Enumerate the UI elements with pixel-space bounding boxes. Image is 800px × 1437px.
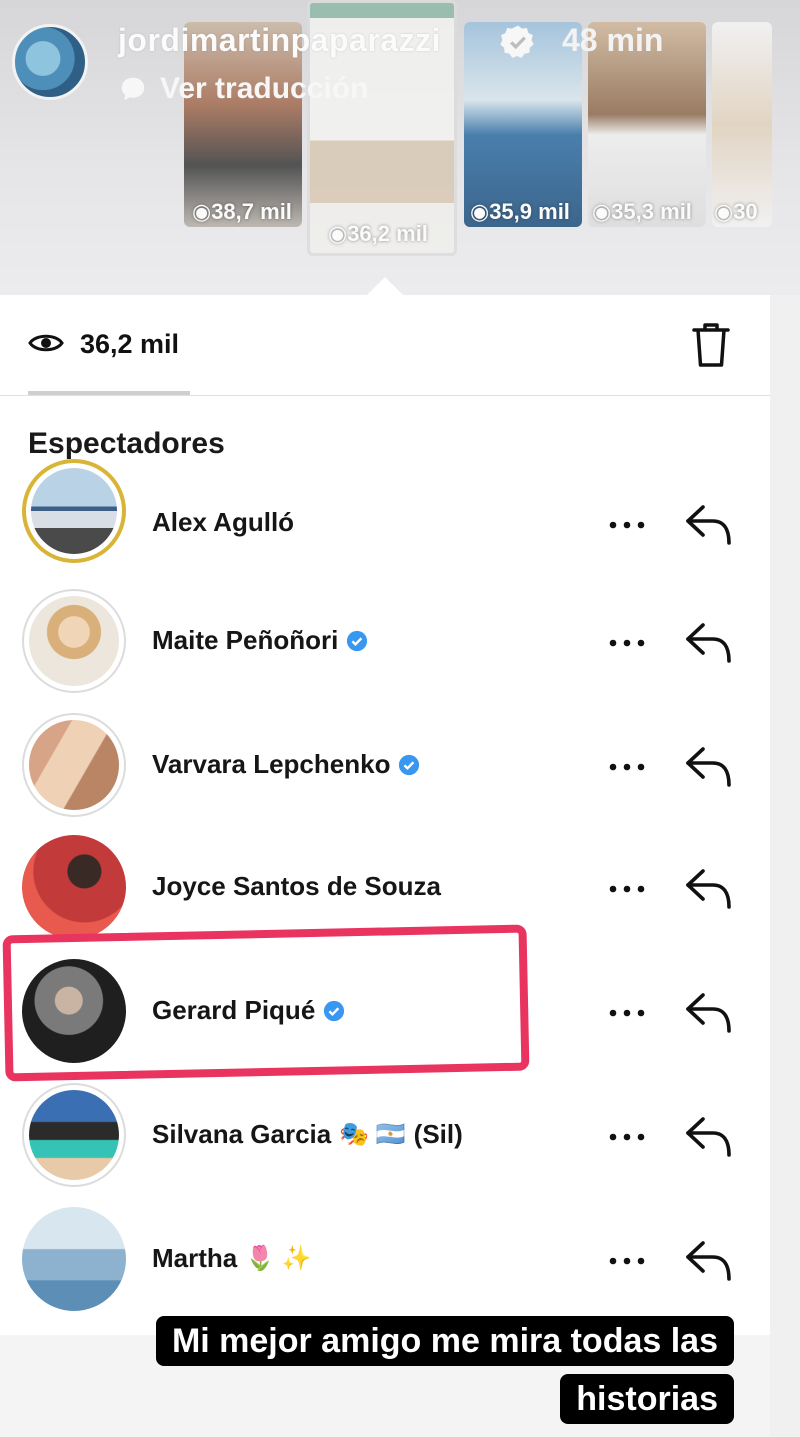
thumbnail-views: ◉36,2 mil (328, 221, 428, 246)
viewer-name: Alex Agulló (152, 507, 295, 537)
verified-badge-icon (500, 25, 534, 58)
viewer-name: Silvana Garcia 🎭 🇦🇷 (Sil) (152, 1119, 463, 1149)
caption-line-2: historias (560, 1374, 734, 1424)
reply-arrow-icon[interactable] (683, 1237, 735, 1283)
avatar[interactable] (22, 459, 126, 563)
story-thumbnail-5[interactable]: ◉30 (712, 22, 772, 227)
avatar[interactable] (22, 713, 126, 817)
avatar[interactable] (22, 589, 126, 693)
caption-line-1: Mi mejor amigo me mira todas las (155, 1316, 734, 1366)
poster-avatar[interactable] (12, 24, 88, 100)
poster-username[interactable]: jordimartinpaparazzi (118, 22, 441, 59)
viewer-name: Joyce Santos de Souza (152, 871, 441, 901)
thumbnail-views: ◉30 (714, 199, 758, 224)
highlight-annotation (2, 924, 530, 1082)
more-horizontal-icon[interactable] (605, 883, 649, 895)
viewer-row[interactable]: Varvara Lepchenko (0, 705, 770, 817)
divider (0, 395, 770, 396)
story-header: ◉38,7 mil ◉36,2 mil ◉35,9 mil ◉35,3 mil … (0, 0, 800, 295)
background-strip (770, 295, 800, 1437)
verified-badge-icon (347, 630, 368, 651)
reply-arrow-icon[interactable] (683, 501, 735, 547)
thumbnail-views: ◉38,7 mil (192, 199, 292, 224)
more-horizontal-icon[interactable] (605, 1007, 649, 1019)
reply-arrow-icon[interactable] (683, 865, 735, 911)
avatar[interactable] (22, 1207, 126, 1311)
trash-icon[interactable] (690, 321, 732, 369)
viewer-name: Martha 🌷 ✨ (152, 1243, 312, 1273)
emoji-text: 🎭 🇦🇷 (339, 1121, 406, 1148)
avatar[interactable] (22, 835, 126, 939)
section-title-viewers: Espectadores (28, 427, 225, 460)
translate-label: Ver traducción (160, 72, 369, 105)
reply-arrow-icon[interactable] (683, 1113, 735, 1159)
thumbnail-views: ◉35,9 mil (470, 199, 570, 224)
speech-bubble-icon (121, 77, 145, 101)
avatar[interactable] (22, 1083, 126, 1187)
panel-pointer (365, 277, 405, 297)
viewer-row[interactable]: Maite Peñoñori (0, 581, 770, 693)
viewers-panel: 36,2 mil Espectadores Alex Agulló Maite … (0, 295, 770, 1335)
viewer-name: Maite Peñoñori (152, 625, 368, 656)
reply-arrow-icon[interactable] (683, 743, 735, 789)
viewer-row[interactable]: Joyce Santos de Souza (0, 827, 770, 939)
story-caption: Mi mejor amigo me mira todas las histori… (54, 1312, 734, 1428)
more-horizontal-icon[interactable] (605, 1131, 649, 1143)
viewer-row[interactable]: Silvana Garcia 🎭 🇦🇷 (Sil) (0, 1075, 770, 1187)
more-horizontal-icon[interactable] (605, 637, 649, 649)
verified-badge-icon (399, 754, 420, 775)
reply-arrow-icon[interactable] (683, 619, 735, 665)
thumbnail-views: ◉35,3 mil (592, 199, 692, 224)
views-count: 36,2 mil (80, 329, 180, 359)
translate-link[interactable]: Ver traducción (118, 72, 368, 106)
viewer-name: Varvara Lepchenko (152, 749, 420, 780)
viewer-row[interactable]: Martha 🌷 ✨ (0, 1199, 770, 1311)
viewer-row[interactable]: Alex Agulló (0, 459, 770, 573)
eye-icon (28, 334, 64, 352)
reply-arrow-icon[interactable] (683, 989, 735, 1035)
emoji-text: 🌷 ✨ (245, 1245, 312, 1272)
post-time: 48 min (562, 22, 664, 58)
more-horizontal-icon[interactable] (605, 1255, 649, 1267)
more-horizontal-icon[interactable] (605, 519, 649, 531)
more-horizontal-icon[interactable] (605, 761, 649, 773)
